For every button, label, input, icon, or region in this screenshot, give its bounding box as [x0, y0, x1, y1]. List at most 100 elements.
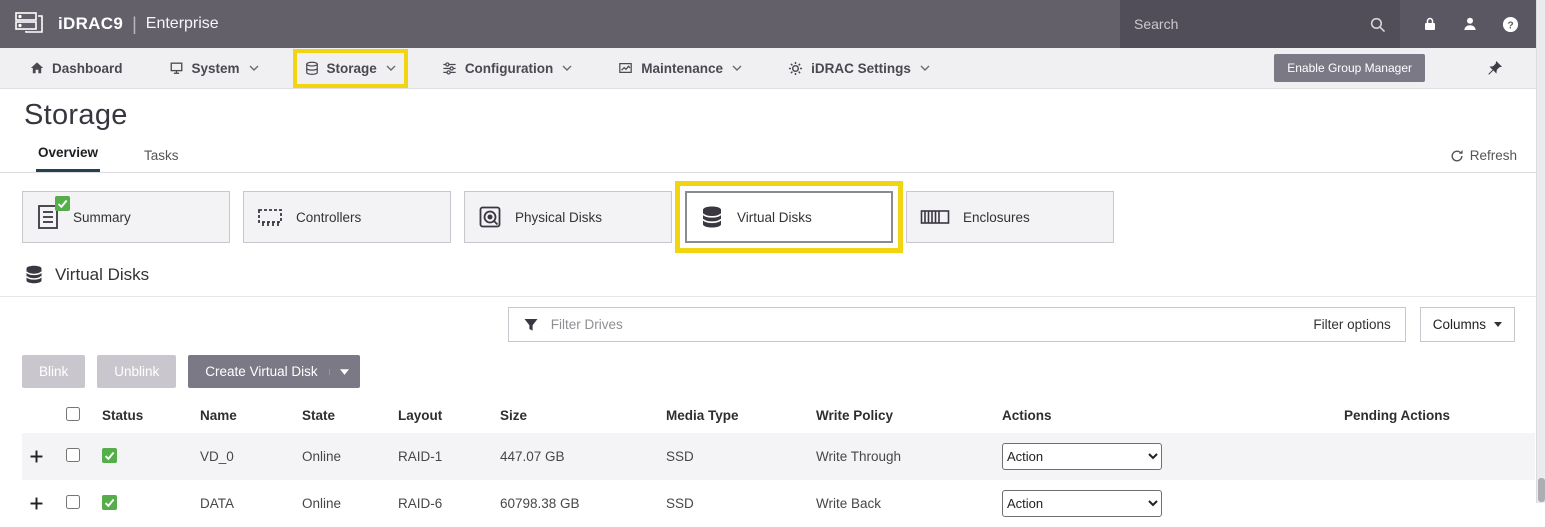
vd-name: VD_0 — [194, 433, 296, 480]
vd-toolbar: Blink Unblink Create Virtual Disk — [0, 352, 1545, 397]
global-search — [1120, 0, 1400, 48]
select-all-checkbox[interactable] — [66, 407, 80, 421]
expand-row-button[interactable] — [28, 448, 45, 465]
nav-label: Maintenance — [641, 61, 723, 76]
virtual-disks-icon — [24, 264, 44, 285]
status-ok-icon — [102, 448, 117, 463]
help-icon[interactable]: ? — [1502, 16, 1519, 33]
columns-button[interactable]: Columns — [1420, 307, 1515, 342]
vd-size: 60798.38 GB — [494, 480, 660, 527]
card-virtual-disks[interactable]: Virtual Disks — [685, 191, 893, 243]
action-select[interactable]: Action — [1002, 443, 1162, 470]
nav-item-maintenance[interactable]: Maintenance — [618, 61, 742, 76]
physical-disks-icon — [478, 205, 502, 229]
nav-item-idrac-settings[interactable]: iDRAC Settings — [788, 61, 930, 76]
funnel-icon — [523, 317, 539, 333]
create-virtual-disk-label: Create Virtual Disk — [205, 364, 317, 379]
nav-label: Configuration — [465, 61, 553, 76]
brand-edition: Enterprise — [146, 15, 219, 33]
main-nav: Dashboard System Storage Configuration M… — [0, 48, 1545, 89]
columns-label: Columns — [1433, 317, 1486, 332]
card-label: Summary — [73, 210, 131, 225]
user-icon[interactable] — [1462, 16, 1478, 32]
col-header-media-type: Media Type — [660, 397, 810, 433]
nav-item-configuration[interactable]: Configuration — [442, 61, 572, 76]
table-row-data: DATA Online RAID-6 60798.38 GB SSD Write… — [22, 480, 1535, 527]
refresh-button[interactable]: Refresh — [1450, 148, 1517, 172]
vd-state: Online — [296, 433, 392, 480]
vd-write-policy: Write Through — [810, 433, 996, 480]
col-header-write-policy: Write Policy — [810, 397, 996, 433]
lock-icon[interactable] — [1422, 16, 1438, 32]
pin-icon[interactable] — [1487, 60, 1503, 76]
vd-state: Online — [296, 480, 392, 527]
col-header-state: State — [296, 397, 392, 433]
card-summary[interactable]: Summary — [22, 191, 230, 243]
row-checkbox[interactable] — [66, 495, 80, 509]
vd-media-type: SSD — [660, 433, 810, 480]
svg-text:?: ? — [1507, 20, 1513, 31]
vd-write-policy: Write Back — [810, 480, 996, 527]
chevron-down-icon — [732, 65, 742, 71]
vd-name: DATA — [194, 480, 296, 527]
card-enclosures[interactable]: Enclosures — [906, 191, 1114, 243]
brand-separator: | — [132, 14, 137, 35]
chevron-down-icon — [249, 65, 259, 71]
system-icon — [169, 61, 184, 75]
idrac-logo-icon — [0, 11, 58, 37]
unblink-button[interactable]: Unblink — [97, 355, 176, 388]
col-header-size: Size — [494, 397, 660, 433]
nav-label: iDRAC Settings — [811, 61, 911, 76]
home-icon — [30, 61, 44, 75]
card-label: Virtual Disks — [737, 210, 812, 225]
table-row-vd0: VD_0 Online RAID-1 447.07 GB SSD Write T… — [22, 433, 1535, 480]
scrollbar-thumb[interactable] — [1538, 478, 1545, 502]
chevron-down-icon — [920, 65, 930, 71]
gear-icon — [788, 61, 803, 76]
blink-button[interactable]: Blink — [22, 355, 85, 388]
tab-bar: Overview Tasks Refresh — [0, 138, 1545, 173]
chevron-down-icon — [562, 65, 572, 71]
brand-name: iDRAC9 — [58, 14, 123, 34]
search-icon[interactable] — [1369, 16, 1386, 33]
nav-item-dashboard[interactable]: Dashboard — [30, 61, 123, 76]
chevron-down-icon — [386, 65, 396, 71]
tab-overview[interactable]: Overview — [36, 138, 100, 172]
storage-icon — [305, 61, 319, 76]
filter-options-link[interactable]: Filter options — [1313, 317, 1390, 332]
filter-drives-input[interactable] — [551, 317, 1302, 332]
tab-tasks[interactable]: Tasks — [142, 141, 181, 172]
col-header-actions: Actions — [996, 397, 1308, 433]
enclosures-icon — [920, 207, 950, 227]
filter-drives-box: Filter options — [508, 307, 1406, 342]
search-input[interactable] — [1134, 16, 1359, 32]
vd-size: 447.07 GB — [494, 433, 660, 480]
summary-ok-badge-icon — [55, 196, 70, 211]
col-header-layout: Layout — [392, 397, 494, 433]
refresh-label: Refresh — [1470, 148, 1517, 163]
nav-label: Storage — [327, 61, 377, 76]
expand-row-button[interactable] — [28, 495, 45, 512]
nav-label: System — [192, 61, 240, 76]
card-label: Controllers — [296, 210, 361, 225]
card-physical-disks[interactable]: Physical Disks — [464, 191, 672, 243]
vd-pending-actions — [1308, 480, 1535, 527]
section-title: Virtual Disks — [55, 265, 149, 285]
sliders-icon — [442, 61, 457, 75]
enable-group-manager-button[interactable]: Enable Group Manager — [1274, 54, 1425, 82]
card-controllers[interactable]: Controllers — [243, 191, 451, 243]
nav-label: Dashboard — [52, 61, 123, 76]
page-title: Storage — [24, 99, 1545, 132]
create-virtual-disk-button[interactable]: Create Virtual Disk — [188, 355, 359, 388]
caret-down-icon[interactable] — [329, 369, 349, 375]
vertical-scrollbar[interactable] — [1536, 0, 1545, 503]
action-select[interactable]: Action — [1002, 490, 1162, 517]
row-checkbox[interactable] — [66, 448, 80, 462]
nav-item-system[interactable]: System — [169, 61, 259, 76]
col-header-pending-actions: Pending Actions — [1308, 397, 1535, 433]
vd-pending-actions — [1308, 433, 1535, 480]
col-header-status: Status — [96, 397, 194, 433]
vd-layout: RAID-6 — [392, 480, 494, 527]
nav-item-storage[interactable]: Storage — [305, 61, 396, 76]
top-header: iDRAC9 | Enterprise ? — [0, 0, 1545, 48]
